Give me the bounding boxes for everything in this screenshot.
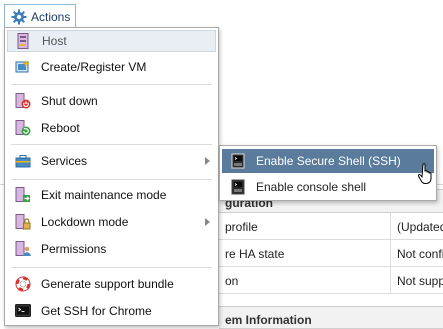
menu-item-label: Generate support bundle — [41, 277, 174, 291]
hand-cursor-icon — [417, 163, 434, 188]
config-row-third-value: Not supp — [397, 274, 443, 288]
services-icon — [15, 153, 31, 169]
menu-item-exit-maintenance-mode[interactable]: Exit maintenance mode — [7, 183, 216, 207]
menu-separator — [11, 267, 212, 268]
menu-separator — [11, 179, 212, 180]
config-row-profile-label: profile — [225, 220, 258, 234]
submenu-item-label: Enable console shell — [256, 180, 367, 194]
menu-item-lockdown-mode[interactable]: Lockdown mode — [7, 210, 216, 234]
lockdown-icon — [15, 214, 31, 230]
config-row-profile: profile (Updated — [219, 213, 443, 240]
menu-item-reboot[interactable]: Reboot — [7, 116, 216, 140]
submenu-item-label: Enable Secure Shell (SSH) — [256, 154, 401, 168]
menu-item-label: Permissions — [41, 242, 107, 256]
host-actions-menu: Host Create/Register VM Shut down Reboot… — [4, 27, 219, 326]
config-row-ha-state: re HA state Not confi — [219, 240, 443, 267]
ssh-chrome-icon — [15, 303, 31, 319]
menu-item-create-register-vm[interactable]: Create/Register VM — [7, 55, 216, 79]
support-bundle-icon — [15, 276, 31, 292]
system-information-header-text: em Information — [225, 313, 312, 327]
host-icon — [16, 33, 32, 49]
submenu-item-enable-console-shell[interactable]: Enable console shell — [222, 175, 434, 199]
services-submenu: Enable Secure Shell (SSH) Enable console… — [219, 145, 437, 201]
shut-down-icon — [15, 93, 31, 109]
config-row-third-label: on — [225, 274, 239, 288]
menu-item-label: Get SSH for Chrome — [41, 304, 152, 318]
menu-item-label: Exit maintenance mode — [41, 188, 167, 202]
actions-label: Actions — [31, 9, 71, 24]
exit-maintenance-icon — [15, 187, 31, 203]
menu-item-label: Reboot — [41, 121, 80, 135]
actions-button[interactable]: Actions — [4, 4, 76, 28]
system-information-header: em Information — [219, 306, 443, 329]
menu-header-label: Host — [42, 34, 67, 48]
menu-item-services[interactable]: Services — [7, 149, 216, 173]
reboot-icon — [15, 120, 31, 136]
submenu-arrow-icon — [205, 157, 210, 165]
config-row-profile-value: (Updated — [397, 220, 443, 234]
config-row-ha-value: Not confi — [397, 247, 443, 261]
submenu-item-enable-ssh[interactable]: Enable Secure Shell (SSH) — [222, 149, 434, 173]
menu-item-label: Shut down — [41, 94, 98, 108]
menu-separator — [11, 144, 212, 145]
config-row-third: on Not supp — [219, 267, 443, 294]
menu-item-generate-support-bundle[interactable]: Generate support bundle — [7, 272, 216, 296]
submenu-arrow-icon — [205, 218, 210, 226]
permissions-icon — [15, 241, 31, 257]
gear-icon — [11, 9, 27, 25]
menu-item-label: Lockdown mode — [41, 215, 129, 229]
menu-item-permissions[interactable]: Permissions — [7, 237, 216, 261]
menu-item-shut-down[interactable]: Shut down — [7, 89, 216, 113]
menu-item-label: Create/Register VM — [41, 60, 147, 74]
config-column-divider — [390, 213, 391, 294]
menu-item-get-ssh-for-chrome[interactable]: Get SSH for Chrome — [7, 299, 216, 323]
config-row-ha-label: re HA state — [225, 247, 285, 261]
create-register-vm-icon — [15, 59, 31, 75]
ssh-terminal-icon — [230, 153, 246, 169]
menu-header-host: Host — [7, 30, 216, 52]
menu-item-label: Services — [41, 154, 88, 168]
menu-separator — [11, 84, 212, 85]
console-terminal-icon — [230, 179, 246, 195]
